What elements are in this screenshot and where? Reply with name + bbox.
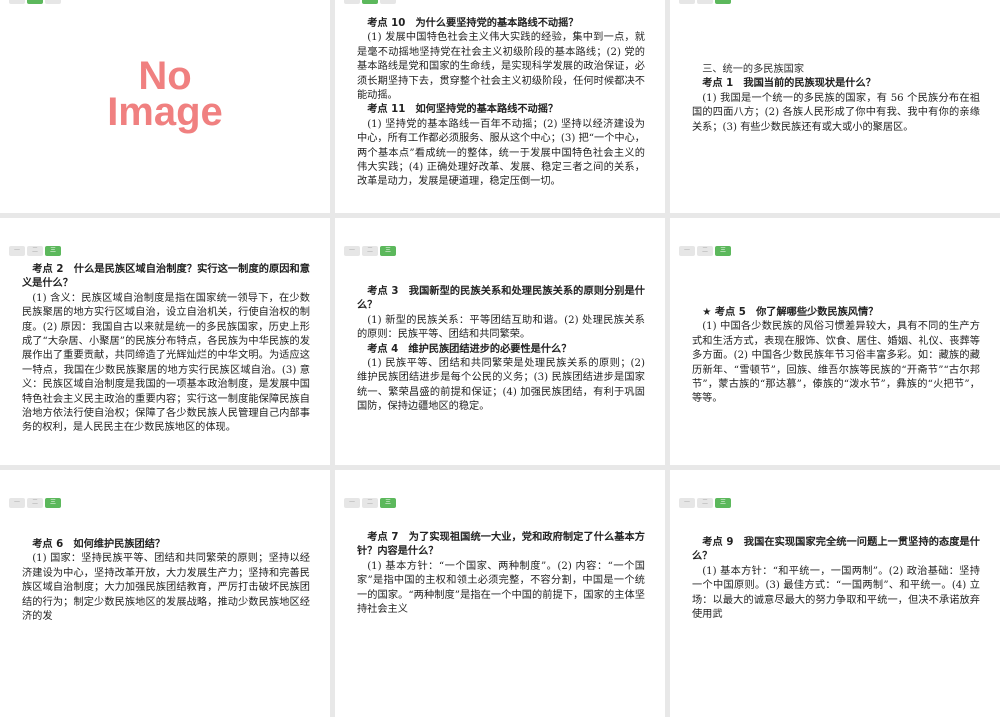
tab-3[interactable]: 三 bbox=[715, 498, 731, 508]
question-heading: 考点 11 如何坚持党的基本路线不动摇？ bbox=[367, 104, 559, 116]
slide-thumbnail-2[interactable]: 一二三考点 10 为什么要坚持党的基本路线不动摇？ (1) 发展中国特色社会主义伟… bbox=[335, 0, 665, 213]
question-heading: 考点 9 我国在实现国家完全统一问题上一贯坚持的态度是什么？ bbox=[692, 537, 980, 563]
tab-2[interactable]: 二 bbox=[27, 498, 43, 508]
tab-1[interactable]: 一 bbox=[679, 246, 695, 256]
answer-paragraph: (1) 民族平等、团结和共同繁荣是处理民族关系的原则；(2) 维护民族团结进步是… bbox=[357, 358, 645, 413]
placeholder-text: No bbox=[138, 54, 192, 98]
tab-3[interactable]: 三 bbox=[45, 0, 61, 4]
placeholder-text: Image bbox=[107, 90, 223, 134]
question-heading: ★ 考点 5 你了解哪些少数民族风情？ bbox=[702, 307, 879, 318]
tab-1[interactable]: 一 bbox=[679, 498, 695, 508]
question-heading: 考点 4 维护民族团结进步的必要性是什么？ bbox=[367, 343, 572, 355]
answer-paragraph: (1) 我国是一个统一的多民族的国家，有 56 个民族分布在祖国的四面八方；(2… bbox=[692, 92, 980, 133]
slide-tabs: 一二三 bbox=[344, 498, 396, 508]
slide-thumbnail-4[interactable]: 一二三考点 2 什么是民族区域自治制度？实行这一制度的原因和意义是什么？ (1) … bbox=[0, 218, 330, 465]
tab-3[interactable]: 三 bbox=[45, 498, 61, 508]
tab-1[interactable]: 一 bbox=[679, 0, 695, 4]
slide-tabs: 一二三 bbox=[679, 0, 731, 4]
question-heading: 考点 2 什么是民族区域自治制度？实行这一制度的原因和意义是什么？ bbox=[22, 264, 310, 290]
tab-2[interactable]: 二 bbox=[362, 498, 378, 508]
slide-tabs: 一二三 bbox=[9, 0, 61, 4]
slide-body: 考点 2 什么是民族区域自治制度？实行这一制度的原因和意义是什么？ (1) 含义：… bbox=[22, 263, 310, 436]
answer-paragraph: (1) 含义：民族区域自治制度是指在国家统一领导下，在少数民族聚居的地方实行区域… bbox=[22, 292, 310, 434]
slide-thumbnail-5[interactable]: 一二三考点 3 我国新型的民族关系和处理民族关系的原则分别是什么？ (1) 新型的… bbox=[335, 218, 665, 465]
no-image-placeholder: No Image bbox=[0, 54, 330, 134]
answer-paragraph: (1) 基本方针：“和平统一，一国两制”。(2) 政治基础：坚持一个中国原则。(… bbox=[692, 565, 980, 621]
tab-3[interactable]: 三 bbox=[380, 0, 396, 4]
slide-body: ★ 考点 5 你了解哪些少数民族风情？ (1) 中国各少数民族的风俗习惯差异较大，… bbox=[692, 306, 980, 407]
tab-1[interactable]: 一 bbox=[344, 498, 360, 508]
answer-paragraph: (1) 国家：坚持民族平等、团结和共同繁荣的原则；坚持以经济建设为中心，坚持改革… bbox=[22, 553, 310, 623]
answer-paragraph: (1) 中国各少数民族的风俗习惯差异较大，具有不同的生产方式和生活方式，表现在服… bbox=[692, 321, 980, 405]
slide-thumbnail-3[interactable]: 一二三三、统一的多民族国家考点 1 我国当前的民族现状是什么？ (1) 我国是一个… bbox=[670, 0, 1000, 213]
slide-body: 考点 7 为了实现祖国统一大业，党和政府制定了什么基本方针？内容是什么？ (1) … bbox=[357, 531, 645, 617]
tab-2[interactable]: 二 bbox=[362, 246, 378, 256]
slide-tabs: 一二三 bbox=[679, 498, 731, 508]
tab-2[interactable]: 二 bbox=[697, 498, 713, 508]
tab-3[interactable]: 三 bbox=[45, 246, 61, 256]
tab-1[interactable]: 一 bbox=[9, 246, 25, 256]
slide-tabs: 一二三 bbox=[9, 498, 61, 508]
section-title: 三、统一的多民族国家 bbox=[702, 64, 805, 75]
slide-body: 考点 6 如何维护民族团结？ (1) 国家：坚持民族平等、团结和共同繁荣的原则；坚… bbox=[22, 538, 310, 624]
tab-3[interactable]: 三 bbox=[715, 0, 731, 4]
slide-thumbnail-6[interactable]: 一二三 ★ 考点 5 你了解哪些少数民族风情？ (1) 中国各少数民族的风俗习惯差异… bbox=[670, 218, 1000, 465]
tab-2[interactable]: 二 bbox=[362, 0, 378, 4]
question-heading: 考点 10 为什么要坚持党的基本路线不动摇？ bbox=[367, 18, 579, 29]
tab-2[interactable]: 二 bbox=[27, 246, 43, 256]
tab-3[interactable]: 三 bbox=[380, 246, 396, 256]
question-heading: 考点 1 我国当前的民族现状是什么？ bbox=[702, 78, 876, 90]
tab-2[interactable]: 二 bbox=[697, 246, 713, 256]
slide-tabs: 一二三 bbox=[9, 246, 61, 256]
tab-1[interactable]: 一 bbox=[9, 0, 25, 4]
tab-2[interactable]: 二 bbox=[697, 0, 713, 4]
slide-tabs: 一二三 bbox=[679, 246, 731, 256]
answer-paragraph: (1) 坚持党的基本路线一百年不动摇；(2) 坚持以经济建设为中心，所有工作都必… bbox=[357, 118, 645, 188]
tab-1[interactable]: 一 bbox=[344, 0, 360, 4]
slide-tabs: 一二三 bbox=[344, 246, 396, 256]
question-heading: 考点 6 如何维护民族团结？ bbox=[32, 539, 166, 550]
slide-thumbnail-9[interactable]: 一二三考点 9 我国在实现国家完全统一问题上一贯坚持的态度是什么？ (1) 基本方… bbox=[670, 470, 1000, 717]
slide-thumbnail-7[interactable]: 一二三考点 6 如何维护民族团结？ (1) 国家：坚持民族平等、团结和共同繁荣的原… bbox=[0, 470, 330, 717]
answer-paragraph: (1) 新型的民族关系：平等团结互助和谐。(2) 处理民族关系的原则：民族平等、… bbox=[357, 314, 645, 341]
tab-2[interactable]: 二 bbox=[27, 0, 43, 4]
tab-1[interactable]: 一 bbox=[9, 498, 25, 508]
question-heading: 考点 3 我国新型的民族关系和处理民族关系的原则分别是什么？ bbox=[357, 286, 645, 312]
slide-body: 考点 3 我国新型的民族关系和处理民族关系的原则分别是什么？ (1) 新型的民族关… bbox=[357, 285, 645, 415]
tab-3[interactable]: 三 bbox=[380, 498, 396, 508]
slide-body: 考点 9 我国在实现国家完全统一问题上一贯坚持的态度是什么？ (1) 基本方针：“… bbox=[692, 536, 980, 622]
tab-1[interactable]: 一 bbox=[344, 246, 360, 256]
slide-tabs: 一二三 bbox=[344, 0, 396, 4]
answer-paragraph: (1) 基本方针：“一个国家、两种制度”。(2) 内容：“一个国家”是指中国的主… bbox=[357, 560, 645, 616]
slide-thumbnail-1[interactable]: 一二三 NoImage bbox=[0, 0, 330, 213]
answer-paragraph: (1) 发展中国特色社会主义伟大实践的经验，集中到一点，就是毫不动摇地坚持党在社… bbox=[357, 32, 645, 102]
tab-3[interactable]: 三 bbox=[715, 246, 731, 256]
question-heading: 考点 7 为了实现祖国统一大业，党和政府制定了什么基本方针？内容是什么？ bbox=[357, 532, 645, 558]
slide-body: 三、统一的多民族国家考点 1 我国当前的民族现状是什么？ (1) 我国是一个统一的… bbox=[692, 63, 980, 135]
slide-thumbnail-8[interactable]: 一二三考点 7 为了实现祖国统一大业，党和政府制定了什么基本方针？内容是什么？(… bbox=[335, 470, 665, 717]
slide-body: 考点 10 为什么要坚持党的基本路线不动摇？ (1) 发展中国特色社会主义伟大实践… bbox=[357, 17, 645, 190]
